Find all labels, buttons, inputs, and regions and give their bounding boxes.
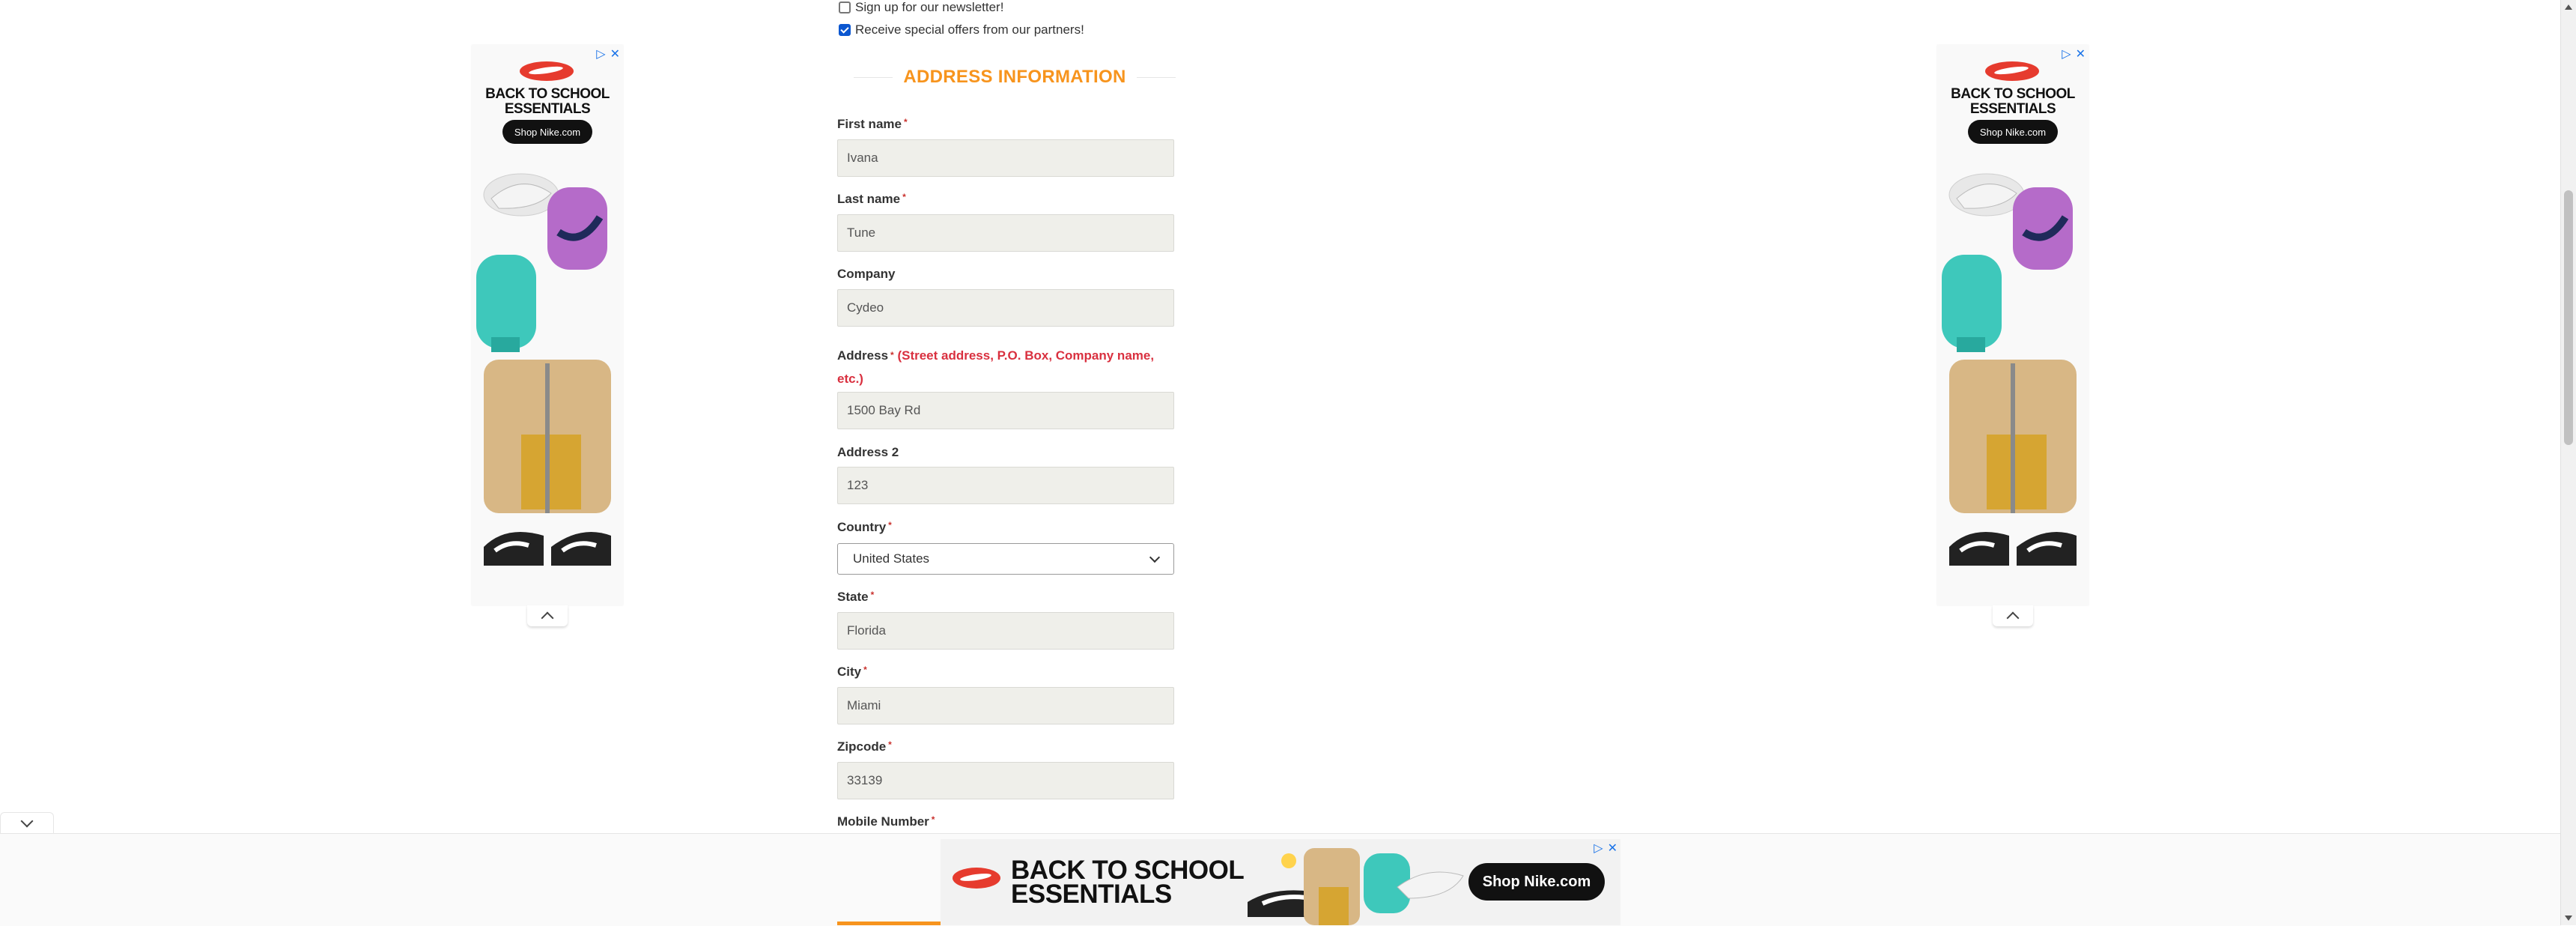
country-label: Country * <box>837 520 892 535</box>
required-mark: * <box>931 814 935 825</box>
state-label: State * <box>837 590 874 605</box>
first-name-input[interactable]: Ivana <box>837 139 1174 177</box>
address-hint: (Street address, P.O. Box, Company name, <box>897 348 1155 363</box>
last-name-label: Last name * <box>837 192 906 207</box>
ad-headline-line2: ESSENTIALS <box>504 101 591 117</box>
company-input[interactable]: Cydeo <box>837 289 1174 327</box>
last-name-value: Tune <box>847 226 876 240</box>
address-label-text: Address <box>837 348 889 363</box>
address-hint-cont: etc.) <box>837 372 863 386</box>
required-mark: * <box>870 590 875 600</box>
submit-button-edge[interactable] <box>837 922 942 925</box>
newsletter-label: Sign up for our newsletter! <box>855 0 1004 14</box>
close-icon[interactable]: ✕ <box>1608 841 1617 856</box>
adchoices-icon[interactable]: ▷ <box>596 46 605 61</box>
required-mark: * <box>903 117 908 127</box>
address-value: 1500 Bay Rd <box>847 403 921 417</box>
special-offers-checkbox-row[interactable]: Receive special offers from our partners… <box>837 20 1084 40</box>
ad-headline-line1: BACK TO SCHOOL <box>485 86 610 102</box>
shop-nike-button[interactable]: Shop Nike.com <box>502 120 592 144</box>
left-side-ad[interactable]: ▷ ✕ BACK TO SCHOOL ESSENTIALS Shop Nike.… <box>472 45 623 605</box>
zipcode-label-text: Zipcode <box>837 739 887 754</box>
chevron-down-icon <box>1149 551 1161 563</box>
special-offers-checkbox[interactable] <box>839 24 851 36</box>
state-label-text: State <box>837 590 869 604</box>
address2-value: 123 <box>847 478 869 492</box>
first-name-label: First name * <box>837 117 908 132</box>
scroll-down-arrow-icon[interactable] <box>2565 916 2572 921</box>
ad-headline-line2: ESSENTIALS <box>1969 101 2056 117</box>
required-mark: * <box>890 350 894 360</box>
nike-logo-icon <box>953 868 1000 889</box>
bottom-banner-ad[interactable]: ▷ ✕ BACK TO SCHOOL ESSENTIALS Shop Nike.… <box>941 839 1620 925</box>
right-side-ad[interactable]: ▷ ✕ BACK TO SCHOOL ESSENTIALS Shop Nike.… <box>1937 45 2089 605</box>
ad-headline-line2: ESSENTIALS <box>1011 880 1172 909</box>
ad-headline: BACK TO SCHOOL ESSENTIALS <box>1011 857 1245 909</box>
zipcode-value: 33139 <box>847 773 883 787</box>
page-scrollbar[interactable] <box>2560 0 2576 925</box>
scrollbar-thumb[interactable] <box>2564 190 2573 445</box>
ad-headline: BACK TO SCHOOL ESSENTIALS <box>1937 87 2089 117</box>
heading-divider-left <box>854 76 893 78</box>
first-name-label-text: First name <box>837 117 902 131</box>
nike-logo-icon <box>520 61 574 81</box>
left-ad-collapse-tab[interactable] <box>527 605 568 626</box>
heading-divider-right <box>1136 76 1176 78</box>
ad-headline-line1: BACK TO SCHOOL <box>1951 86 2075 102</box>
chevron-up-icon <box>541 611 554 625</box>
nike-logo-icon <box>1985 61 2039 81</box>
newsletter-checkbox[interactable] <box>839 1 851 13</box>
products-illustration <box>1942 173 2077 566</box>
city-value: Miami <box>847 698 881 712</box>
section-title: ADDRESS INFORMATION <box>903 67 1126 87</box>
country-value: United States <box>853 551 930 566</box>
state-value: Florida <box>847 623 886 638</box>
scroll-up-arrow-icon[interactable] <box>2565 4 2572 10</box>
company-value: Cydeo <box>847 300 884 315</box>
special-offers-label: Receive special offers from our partners… <box>855 22 1084 37</box>
company-label-text: Company <box>837 267 896 281</box>
state-input[interactable]: Florida <box>837 612 1174 650</box>
required-mark: * <box>863 665 867 675</box>
ad-headline: BACK TO SCHOOL ESSENTIALS <box>472 87 623 117</box>
country-label-text: Country <box>837 520 887 534</box>
address2-label: Address 2 <box>837 445 899 460</box>
newsletter-checkbox-row[interactable]: Sign up for our newsletter! <box>837 0 1003 17</box>
bottom-ad-toggle[interactable] <box>0 812 54 834</box>
company-label: Company <box>837 267 895 282</box>
country-select[interactable]: United States <box>837 543 1174 575</box>
address2-input[interactable]: 123 <box>837 467 1174 504</box>
mobile-label-text: Mobile Number <box>837 814 929 829</box>
adchoices-icon[interactable]: ▷ <box>2062 46 2071 61</box>
shop-nike-button[interactable]: Shop Nike.com <box>1968 120 2058 144</box>
right-ad-collapse-tab[interactable] <box>1993 605 2033 626</box>
products-illustration <box>476 173 611 566</box>
address-input[interactable]: 1500 Bay Rd <box>837 392 1174 429</box>
mobile-label: Mobile Number * <box>837 814 935 829</box>
section-heading: ADDRESS INFORMATION <box>854 64 1176 90</box>
required-mark: * <box>888 739 892 750</box>
city-label-text: City <box>837 665 862 679</box>
ad-controls: ▷ ✕ <box>596 46 620 61</box>
last-name-label-text: Last name <box>837 192 901 206</box>
last-name-input[interactable]: Tune <box>837 214 1174 252</box>
ad-controls: ▷ ✕ <box>1594 841 1617 856</box>
chevron-up-icon <box>2006 611 2020 625</box>
chevron-down-icon <box>20 814 34 828</box>
products-illustration <box>1248 848 1464 925</box>
adchoices-icon[interactable]: ▷ <box>1594 841 1603 856</box>
required-mark: * <box>888 520 892 530</box>
city-label: City * <box>837 665 867 680</box>
ad-controls: ▷ ✕ <box>2062 46 2086 61</box>
first-name-value: Ivana <box>847 151 878 165</box>
zipcode-input[interactable]: 33139 <box>837 762 1174 799</box>
address-label: Address * (Street address, P.O. Box, Comp… <box>837 344 1176 390</box>
zipcode-label: Zipcode * <box>837 739 892 754</box>
close-icon[interactable]: ✕ <box>2076 46 2086 61</box>
address2-label-text: Address 2 <box>837 445 899 459</box>
close-icon[interactable]: ✕ <box>610 46 620 61</box>
city-input[interactable]: Miami <box>837 687 1174 724</box>
shop-nike-button[interactable]: Shop Nike.com <box>1468 863 1605 901</box>
required-mark: * <box>902 192 906 202</box>
